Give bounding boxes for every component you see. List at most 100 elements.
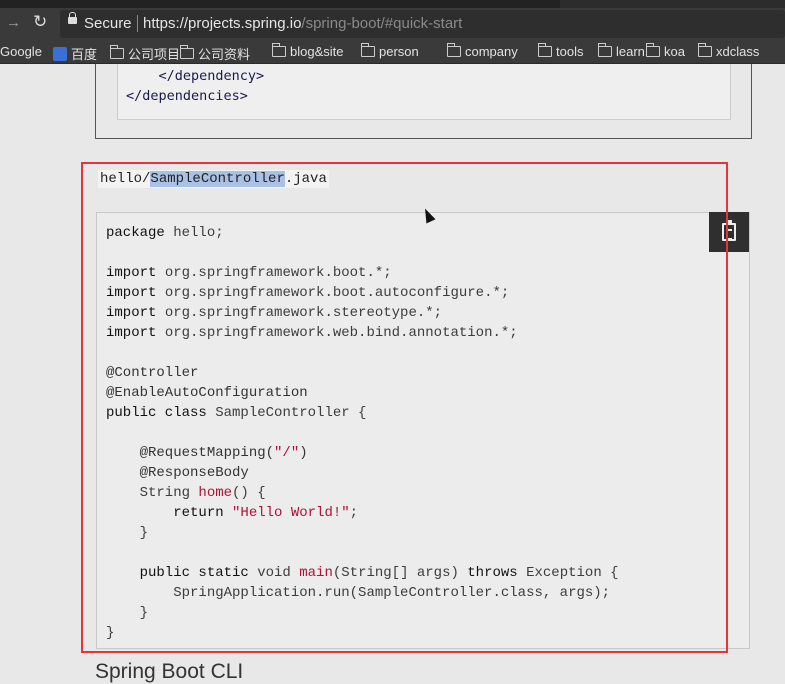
section-heading: Spring Boot CLI xyxy=(95,660,244,683)
code-line: @RequestMapping("/") xyxy=(106,443,619,463)
dependency-code-block: </dependency> </dependencies> xyxy=(95,64,752,139)
bookmark-label: 公司项目 xyxy=(128,47,181,62)
code-token: @EnableAutoConfiguration xyxy=(106,385,308,401)
url-text[interactable]: https://projects.spring.io/spring-boot/#… xyxy=(143,15,462,32)
file-extension: .java xyxy=(284,171,327,187)
secure-label: Secure xyxy=(84,15,132,32)
bookmark-label: person xyxy=(379,44,419,59)
code-area: </dependency> </dependencies> xyxy=(117,64,731,120)
code-line: import org.springframework.boot.autoconf… xyxy=(106,283,619,303)
url-scheme: https xyxy=(143,15,176,32)
code-content: package hello; import org.springframework… xyxy=(106,223,619,643)
code-line: import org.springframework.boot.*; xyxy=(106,263,619,283)
code-token: public class xyxy=(106,405,207,421)
code-token: org.springframework.web.bind.annotation.… xyxy=(156,325,518,341)
bookmark-label: tools xyxy=(556,44,584,59)
url-path: /spring-boot/#quick-start xyxy=(301,15,463,32)
bookmark-item[interactable]: learn xyxy=(598,43,645,59)
bookmark-item[interactable]: person xyxy=(361,43,419,59)
code-token: String xyxy=(106,485,199,501)
code-token: SpringApplication.run(SampleController.c… xyxy=(106,585,611,601)
folder-icon xyxy=(272,43,286,57)
code-token: () { xyxy=(232,485,266,501)
bookmark-item[interactable]: 公司资料 xyxy=(180,44,250,63)
code-token: return xyxy=(106,505,233,521)
bookmark-item[interactable]: company xyxy=(447,43,518,59)
code-token: hello; xyxy=(164,225,224,241)
code-token: import xyxy=(106,305,157,321)
bookmark-item[interactable]: Google xyxy=(0,44,42,59)
code-token: package xyxy=(106,225,165,241)
code-token: "/" xyxy=(274,445,300,461)
code-line: SpringApplication.run(SampleController.c… xyxy=(106,583,619,603)
baidu-icon xyxy=(53,46,67,61)
folder-icon xyxy=(698,43,712,57)
code-line: } xyxy=(106,623,619,643)
code-line: public class SampleController { xyxy=(106,403,619,423)
forward-icon[interactable]: → xyxy=(6,14,21,31)
code-line: package hello; xyxy=(106,223,619,243)
code-token: main xyxy=(299,565,333,581)
folder-icon xyxy=(598,43,612,57)
bookmark-label: koa xyxy=(664,44,685,59)
code-token: "Hello World!" xyxy=(232,505,350,521)
code-token: } xyxy=(106,625,115,641)
code-line: import org.springframework.web.bind.anno… xyxy=(106,323,619,343)
bookmark-item[interactable]: blog&site xyxy=(272,43,344,59)
code-line: String home() { xyxy=(106,483,619,503)
tab[interactable] xyxy=(560,0,785,8)
bookmark-item[interactable]: 公司项目 xyxy=(110,44,180,63)
code-token: org.springframework.stereotype.*; xyxy=(156,305,443,321)
code-token: public static xyxy=(106,565,249,581)
bookmark-item[interactable]: 百度 xyxy=(53,44,97,63)
bookmark-item[interactable]: tools xyxy=(538,43,584,59)
folder-icon xyxy=(180,45,194,59)
code-token: throws xyxy=(467,565,518,581)
java-code-block: package hello; import org.springframework… xyxy=(96,212,750,649)
lock-icon xyxy=(68,12,77,24)
code-line: return "Hello World!"; xyxy=(106,503,619,523)
file-name-label: hello/SampleController.java xyxy=(98,170,329,188)
bookmark-item[interactable]: koa xyxy=(646,43,685,59)
folder-icon xyxy=(646,43,660,57)
folder-icon xyxy=(447,43,461,57)
code-line: import org.springframework.stereotype.*; xyxy=(106,303,619,323)
bookmark-item[interactable]: xdclass xyxy=(698,43,759,59)
code-token: import xyxy=(106,325,157,341)
bookmarks-bar: Google 百度 公司项目 公司资料 blog&site person company to… xyxy=(0,40,785,64)
browser-toolbar: → ↻ Secure https://projects.spring.io/sp… xyxy=(0,0,785,40)
code-line: } xyxy=(106,523,619,543)
copy-button[interactable] xyxy=(709,212,749,252)
code-token: } xyxy=(106,525,149,541)
code-line: @EnableAutoConfiguration xyxy=(106,383,619,403)
file-path: hello/ xyxy=(100,171,151,187)
code-token: ; xyxy=(349,505,359,521)
code-token: ) xyxy=(299,445,308,461)
divider xyxy=(137,15,138,32)
code-line: } xyxy=(106,603,619,623)
code-token: SampleController { xyxy=(206,405,367,421)
bookmark-label: blog&site xyxy=(290,44,344,59)
bookmark-label: 公司资料 xyxy=(198,47,251,62)
code-line: </dependency> xyxy=(126,68,265,84)
code-token: (String[] args) xyxy=(332,565,468,581)
code-token: home xyxy=(198,485,233,501)
bookmark-label: 百度 xyxy=(71,47,98,62)
bookmark-label: learn xyxy=(616,44,645,59)
clipboard-icon xyxy=(722,220,736,241)
code-token: void xyxy=(248,565,300,581)
code-line: public static void main(String[] args) t… xyxy=(106,563,619,583)
selected-text: SampleController xyxy=(150,171,285,187)
bookmark-label: Google xyxy=(0,44,42,59)
code-token: @ResponseBody xyxy=(106,465,249,481)
code-line: </dependencies> xyxy=(126,88,248,104)
folder-icon xyxy=(110,45,124,59)
code-token: @Controller xyxy=(106,365,199,381)
code-line: @ResponseBody xyxy=(106,463,619,483)
code-token: @RequestMapping( xyxy=(106,445,275,461)
url-host: ://projects.spring.io xyxy=(175,15,302,32)
reload-icon[interactable]: ↻ xyxy=(33,12,47,32)
